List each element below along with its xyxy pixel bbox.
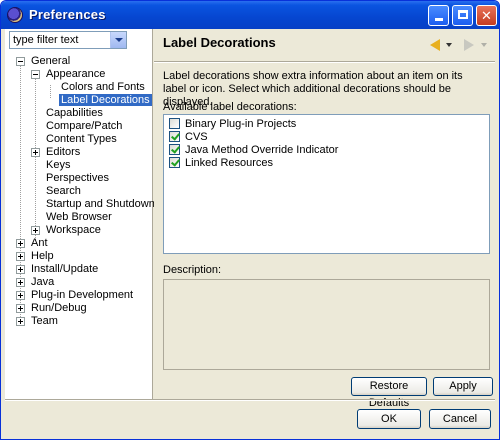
preference-page: Label Decorations Label decorations show… (154, 29, 495, 409)
tree-item-label: Run/Debug (31, 302, 87, 314)
expand-icon[interactable] (16, 291, 25, 300)
tree-item-label: Java (31, 276, 55, 288)
dropdown-arrow-icon[interactable] (110, 32, 126, 48)
available-decorations-label: Available label decorations: (163, 101, 297, 113)
tree-item-label: Appearance (46, 68, 106, 80)
tree-item-keys[interactable]: Keys (46, 159, 70, 172)
back-arrow-icon[interactable] (430, 39, 440, 51)
close-button[interactable]: ✕ (476, 5, 497, 26)
back-history-dropdown-icon[interactable] (446, 43, 452, 47)
decoration-label: Java Method Override Indicator (185, 144, 339, 156)
tree-item-label: Team (31, 315, 58, 327)
expand-icon[interactable] (16, 252, 25, 261)
window-title: Preferences (29, 7, 106, 22)
tree-item-label: Content Types (46, 133, 117, 145)
cancel-button[interactable]: Cancel (429, 409, 491, 429)
decoration-checkbox[interactable] (169, 144, 180, 155)
tree-item-label: Plug-in Development (31, 289, 134, 301)
page-header: Label Decorations (154, 29, 495, 61)
tree-item-label: Install/Update (31, 263, 99, 275)
tree-item-perspectives[interactable]: Perspectives (46, 172, 109, 185)
tree-item-label: General (31, 55, 71, 67)
collapse-icon[interactable] (16, 57, 25, 66)
tree-item-label: Ant (31, 237, 48, 249)
tree-item-label: Colors and Fonts (61, 81, 145, 93)
tree-item-capabilities[interactable]: Capabilities (46, 107, 103, 120)
ok-button[interactable]: OK (357, 409, 421, 429)
description-box (163, 279, 490, 370)
tree-item-label: Perspectives (46, 172, 109, 184)
apply-button[interactable]: Apply (433, 377, 493, 396)
expand-icon[interactable] (31, 226, 40, 235)
tree-guide-line (50, 85, 51, 98)
maximize-icon (457, 10, 468, 19)
tree-item-startup-and-shutdown[interactable]: Startup and Shutdown (46, 198, 155, 211)
expand-icon[interactable] (16, 278, 25, 287)
tree-item-label: Editors (46, 146, 81, 158)
decoration-label: Binary Plug-in Projects (185, 118, 297, 130)
tree-item-label-decorations[interactable]: Label Decorations (59, 94, 152, 107)
maximize-button[interactable] (452, 5, 473, 26)
decorations-list: Binary Plug-in Projects CVS Java Method … (163, 114, 490, 254)
description-label: Description: (163, 264, 222, 276)
decoration-checkbox[interactable] (169, 118, 180, 129)
tree-item-search[interactable]: Search (46, 185, 81, 198)
tree-item-label: Label Decorations (59, 94, 152, 106)
expand-icon[interactable] (31, 148, 40, 157)
header-divider (154, 61, 495, 63)
minimize-button[interactable] (428, 5, 449, 26)
close-icon: ✕ (481, 8, 492, 23)
expand-icon[interactable] (16, 304, 25, 313)
tree-item-label: Startup and Shutdown (46, 198, 155, 210)
decoration-checkbox[interactable] (169, 131, 180, 142)
preference-tree-pane: type filter text General Appearance Colo… (5, 29, 155, 399)
tree-item-label: Web Browser (46, 211, 112, 223)
page-title: Label Decorations (163, 35, 276, 50)
preferences-window: Preferences ✕ type filter text General A… (0, 0, 500, 440)
decoration-checkbox[interactable] (169, 157, 180, 168)
expand-icon[interactable] (16, 265, 25, 274)
footer-divider (5, 399, 495, 401)
tree-item-label: Keys (46, 159, 71, 171)
tree-item-label: Search (46, 185, 81, 197)
tree-item-label: Workspace (46, 224, 101, 236)
forward-history-dropdown-icon[interactable] (481, 43, 487, 47)
tree-item-colors-and-fonts[interactable]: Colors and Fonts (61, 81, 145, 94)
filter-input[interactable]: type filter text (9, 31, 127, 49)
dialog-body: type filter text General Appearance Colo… (5, 29, 495, 437)
tree-item-label: Compare/Patch (46, 120, 123, 132)
decoration-label: Linked Resources (185, 157, 274, 169)
collapse-icon[interactable] (31, 70, 40, 79)
eclipse-icon (7, 7, 23, 23)
forward-arrow-icon[interactable] (464, 39, 474, 51)
tree-item-content-types[interactable]: Content Types (46, 133, 117, 146)
tree-item-compare-patch[interactable]: Compare/Patch (46, 120, 122, 133)
filter-input-text: type filter text (13, 34, 79, 46)
minimize-icon (434, 18, 443, 21)
title-bar[interactable]: Preferences ✕ (1, 1, 499, 29)
tree-item-label: Capabilities (46, 107, 103, 119)
expand-icon[interactable] (16, 317, 25, 326)
tree-item-label: Help (31, 250, 54, 262)
restore-defaults-button[interactable]: Restore Defaults (351, 377, 427, 409)
tree-item-web-browser[interactable]: Web Browser (46, 211, 112, 224)
expand-icon[interactable] (16, 239, 25, 248)
decoration-label: CVS (185, 131, 208, 143)
